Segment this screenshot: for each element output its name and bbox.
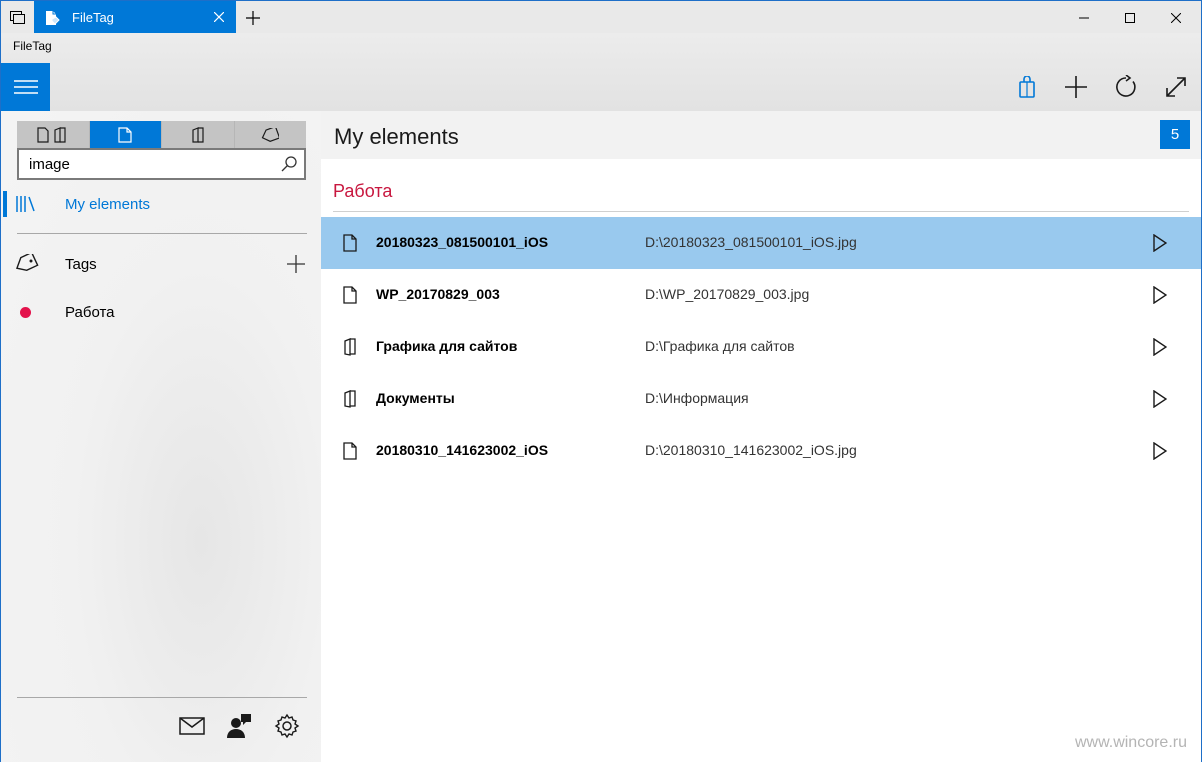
open-button[interactable]	[1149, 283, 1171, 307]
folder-icon	[192, 126, 204, 143]
main-pane: My elements 5 Работа 20180323_081500101_…	[321, 111, 1202, 762]
add-tag-button[interactable]	[285, 253, 307, 275]
file-icon	[341, 232, 359, 254]
folder-icon	[341, 336, 359, 358]
filter-toggle-group	[17, 121, 306, 148]
fullscreen-button[interactable]	[1159, 70, 1193, 104]
divider	[17, 697, 307, 698]
maximize-icon	[1125, 12, 1135, 23]
mail-icon	[179, 717, 205, 735]
bag-button[interactable]	[1010, 70, 1044, 104]
file-icon	[118, 126, 132, 143]
app-title: FileTag	[13, 39, 52, 53]
title-bar: FileTag	[0, 0, 1202, 34]
filter-all-button[interactable]	[17, 121, 90, 148]
page-title: My elements	[334, 124, 459, 149]
minimize-icon	[1079, 17, 1089, 18]
search-box[interactable]	[17, 148, 306, 180]
play-icon	[1153, 338, 1167, 356]
list-item[interactable]: Документы D:\Информация	[321, 373, 1201, 425]
selection-indicator	[3, 191, 7, 217]
count-badge: 5	[1160, 120, 1190, 149]
close-icon	[1171, 12, 1181, 23]
nav-tag-item[interactable]: Работа	[1, 293, 321, 331]
feedback-mail-button[interactable]	[177, 711, 207, 741]
list-item[interactable]: Графика для сайтов D:\Графика для сайтов	[321, 321, 1201, 373]
open-button[interactable]	[1149, 439, 1171, 463]
group-header: Работа	[333, 181, 393, 201]
play-icon	[1153, 234, 1167, 252]
app-icon	[46, 11, 60, 25]
file-icon	[341, 440, 359, 462]
nav-my-elements[interactable]: My elements	[1, 185, 321, 223]
close-icon	[214, 12, 224, 22]
open-button[interactable]	[1149, 387, 1171, 411]
refresh-button[interactable]	[1109, 70, 1143, 104]
item-path: D:\Информация	[645, 390, 749, 406]
nav-my-elements-label: My elements	[65, 196, 151, 213]
task-view-button[interactable]	[1, 1, 34, 34]
list-item[interactable]: 20180310_141623002_iOS D:\20180310_141623…	[321, 425, 1201, 477]
item-path: D:\20180310_141623002_iOS.jpg	[645, 442, 857, 458]
tag-color-dot	[20, 307, 31, 318]
plus-icon	[1065, 76, 1087, 98]
list-item[interactable]: WP_20170829_003 D:\WP_20170829_003.jpg	[321, 269, 1201, 321]
tab-title: FileTag	[72, 10, 114, 25]
play-icon	[1153, 390, 1167, 408]
plus-icon	[287, 255, 305, 273]
person-chat-icon	[227, 714, 251, 738]
refresh-icon	[1116, 75, 1136, 97]
app-bar: FileTag	[0, 33, 1202, 111]
minimize-button[interactable]	[1061, 1, 1107, 34]
settings-button[interactable]	[272, 711, 302, 741]
list-item[interactable]: 20180323_081500101_iOS D:\20180323_081500…	[321, 217, 1201, 269]
plus-icon	[246, 10, 260, 25]
folder-icon	[341, 388, 359, 410]
play-icon	[1153, 442, 1167, 460]
library-icon	[13, 193, 39, 215]
tab-close-button[interactable]	[210, 8, 228, 26]
file-icon	[341, 284, 359, 306]
watermark: www.wincore.ru	[1074, 734, 1187, 751]
filter-files-button[interactable]	[89, 121, 162, 148]
item-name: Документы	[376, 390, 455, 406]
search-input[interactable]	[29, 155, 269, 173]
close-window-button[interactable]	[1153, 1, 1199, 34]
main-header: My elements 5	[321, 111, 1201, 159]
tag-label: Работа	[65, 304, 115, 321]
tab-filetag[interactable]: FileTag	[34, 1, 236, 34]
gear-icon	[274, 713, 300, 739]
item-path: D:\Графика для сайтов	[645, 338, 795, 354]
expand-icon	[1166, 77, 1186, 97]
divider	[333, 211, 1189, 212]
divider	[17, 233, 307, 234]
task-view-icon	[9, 10, 25, 24]
file-folder-icon	[37, 126, 66, 143]
maximize-button[interactable]	[1107, 1, 1153, 34]
open-button[interactable]	[1149, 335, 1171, 359]
play-icon	[1153, 286, 1167, 304]
hamburger-icon	[13, 80, 38, 94]
tag-icon	[261, 127, 280, 142]
item-name: WP_20170829_003	[376, 286, 500, 302]
open-button[interactable]	[1149, 231, 1171, 255]
sidebar: My elements Tags Работа	[0, 111, 321, 762]
shopping-bag-icon	[1019, 76, 1035, 98]
filter-folders-button[interactable]	[162, 121, 235, 148]
hamburger-button[interactable]	[1, 63, 50, 111]
add-button[interactable]	[1059, 70, 1093, 104]
filter-tags-button[interactable]	[234, 121, 306, 148]
nav-tags-label: Tags	[65, 256, 97, 273]
new-tab-button[interactable]	[239, 1, 267, 34]
item-name: 20180323_081500101_iOS	[376, 234, 549, 250]
account-button[interactable]	[224, 711, 254, 741]
search-icon[interactable]	[280, 155, 298, 173]
item-path: D:\WP_20170829_003.jpg	[645, 286, 810, 302]
item-name: 20180310_141623002_iOS	[376, 442, 549, 458]
item-name: Графика для сайтов	[376, 338, 518, 354]
nav-tags[interactable]: Tags	[1, 245, 321, 283]
tag-icon	[13, 253, 39, 275]
item-path: D:\20180323_081500101_iOS.jpg	[645, 234, 857, 250]
